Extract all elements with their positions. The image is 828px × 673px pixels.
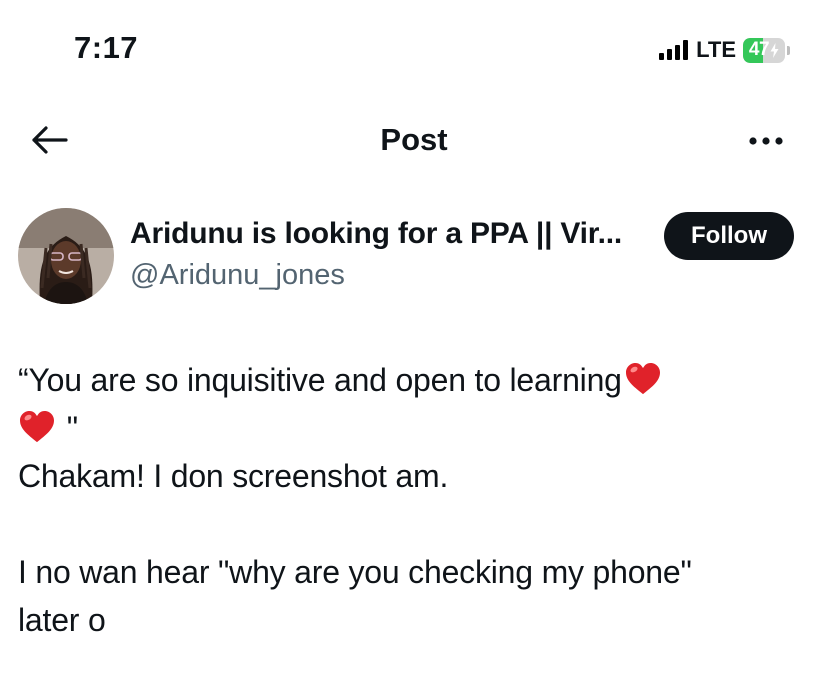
author-display-name[interactable]: Aridunu is looking for a PPA || Vir... [130,217,640,251]
red-heart-icon [625,362,660,395]
profile-photo [18,208,114,304]
post-line-1: “You are so inquisitive and open to lear… [18,356,808,404]
status-time: 7:17 [74,30,139,65]
red-heart-icon [20,410,54,443]
post-line-4: I no wan hear "why are you checking my p… [18,554,692,590]
post-line-5: later o [18,602,106,638]
more-options-button[interactable] [746,126,786,156]
battery-charging-icon: 47 [743,37,790,63]
post-line-2: " [18,404,808,452]
post-text: “You are so inquisitive and open to lear… [18,356,808,644]
post-line-1-text: “You are so inquisitive and open to lear… [18,362,622,398]
follow-button[interactable]: Follow [664,212,794,260]
post-line-2-text: " [58,410,78,446]
network-type: LTE [696,37,736,62]
post-line-3: Chakam! I don screenshot am. [18,458,449,494]
avatar[interactable] [18,208,114,304]
paragraph-break [18,500,808,548]
status-indicators: LTE 47 [659,35,790,65]
cellular-signal-icon [659,40,689,60]
author-handle[interactable]: @Aridunu_jones [130,259,345,292]
battery-level: 47 [748,39,770,60]
ellipsis-icon [749,137,783,145]
bolt-icon [770,42,779,58]
page-title: Post [380,122,448,157]
